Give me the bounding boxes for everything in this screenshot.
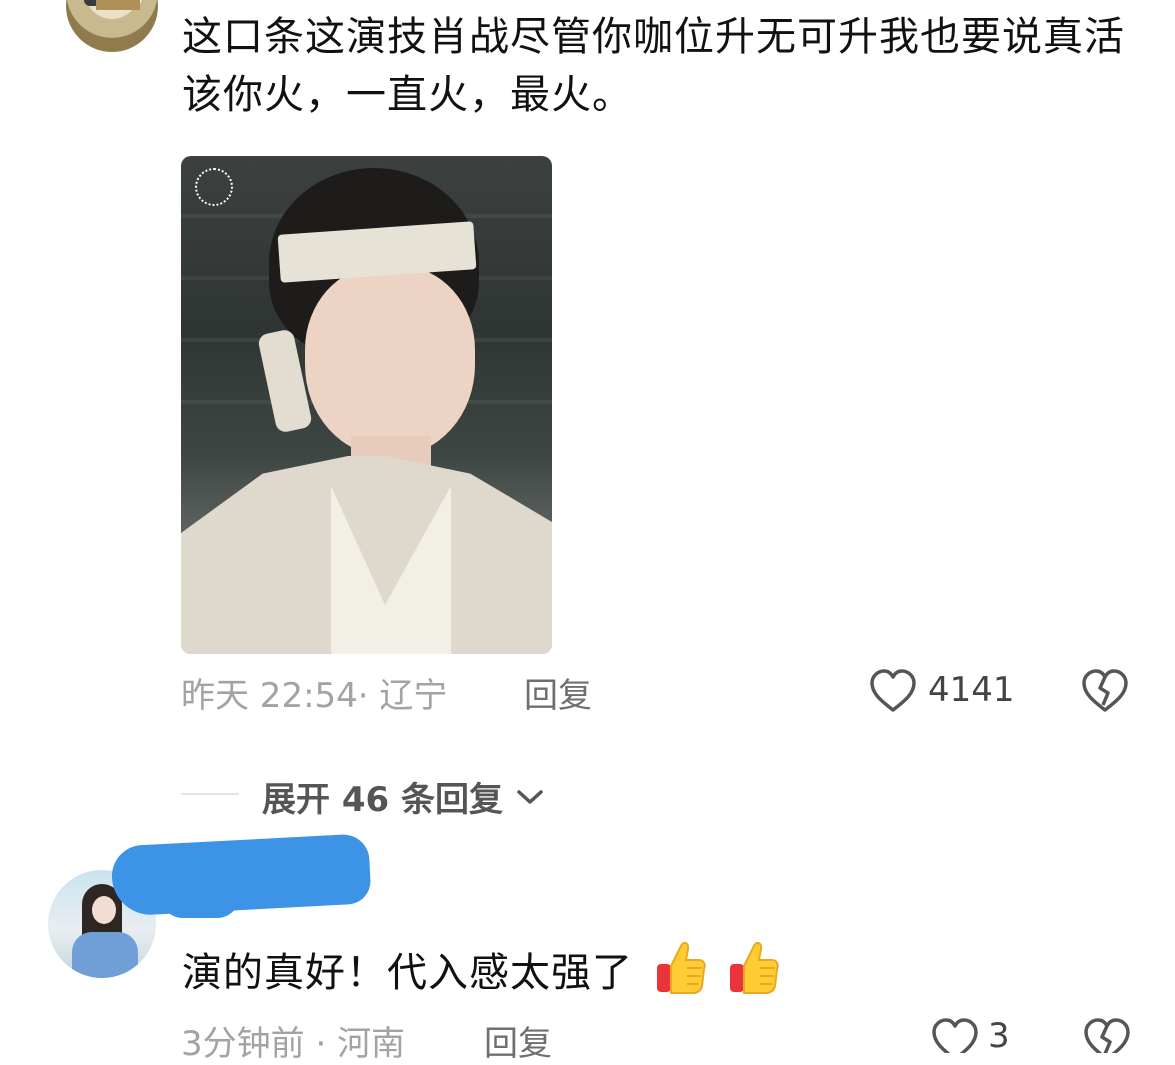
comment-text: 演的真好！代入感太强了 [182, 938, 1142, 1002]
thumbs-up-emoji-icon [730, 941, 780, 994]
reply-button[interactable]: 回复 [484, 1016, 552, 1065]
reply-button[interactable]: 回复 [524, 668, 592, 717]
comment-timestamp: 昨天 22:54· 辽宁 [181, 668, 447, 717]
comment-image[interactable] [181, 156, 552, 654]
time: 3分钟前 · [181, 1024, 327, 1064]
comment-text: 这口条这演技肖战尽管你咖位升无可升我也要说真活该你火，一直火，最火。 [182, 14, 1125, 118]
comment-text-body: 演的真好！代入感太强了 [182, 950, 633, 996]
heart-icon[interactable] [868, 667, 918, 715]
divider [181, 793, 239, 795]
expand-replies-button[interactable]: 展开 46 条回复 [262, 772, 545, 821]
location: 河南 [337, 1024, 406, 1064]
broken-heart-icon[interactable] [1080, 667, 1130, 715]
avatar[interactable] [66, 0, 158, 52]
comment-timestamp: 3分钟前 · 河南 [181, 1016, 405, 1065]
time: 昨天 22:54· [181, 676, 369, 716]
watermark-logo [195, 168, 241, 268]
like-count: 4141 [928, 670, 1015, 710]
thumbs-up-emoji-icon [656, 941, 706, 994]
expand-replies-label: 展开 46 条回复 [262, 780, 503, 820]
location: 辽宁 [379, 676, 448, 716]
like-count: 3 [988, 1016, 1010, 1056]
broken-heart-icon[interactable] [1082, 1016, 1132, 1053]
heart-icon[interactable] [930, 1016, 980, 1053]
redaction-scribble [110, 833, 372, 917]
chevron-down-icon [517, 790, 543, 804]
redaction-scribble [160, 872, 240, 918]
